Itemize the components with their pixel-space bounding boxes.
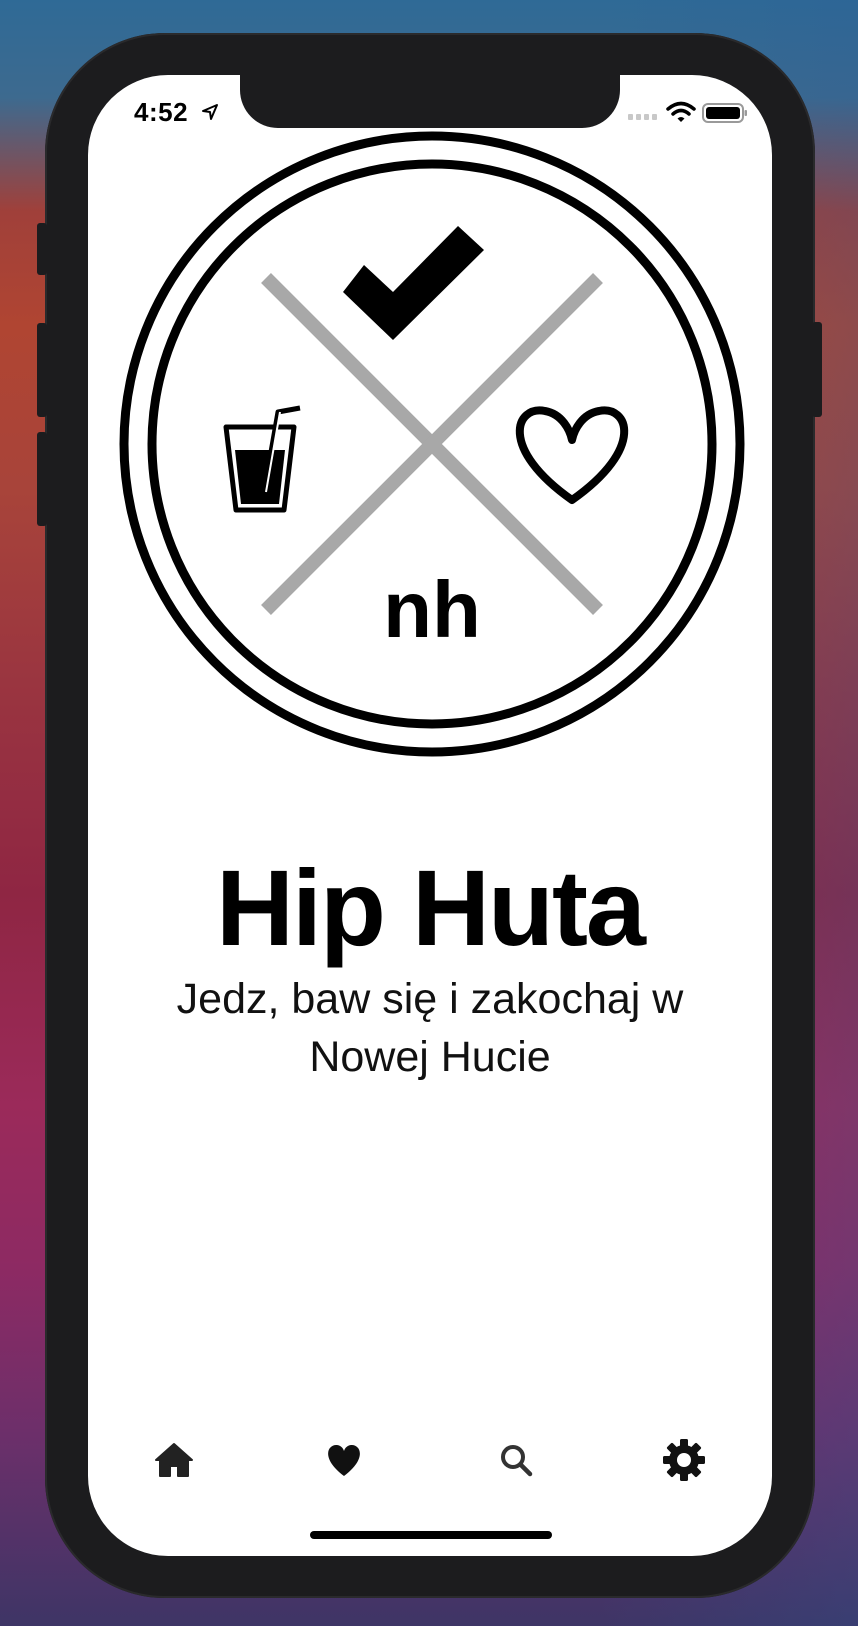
notch [240,75,620,128]
volume-down-button [37,432,47,526]
volume-up-button [37,323,47,417]
home-indicator[interactable] [310,1531,552,1539]
app-screen: 4:52 nh Hip Huta Jedz, baw się i zakocha… [88,75,772,1556]
cellular-signal-icon [628,114,657,120]
gear-icon [663,1439,705,1481]
battery-full-icon [702,103,747,123]
logo-monogram: nh [383,565,481,654]
app-title: Hip Huta [216,847,646,968]
location-arrow-icon [202,104,218,120]
status-time: 4:52 [134,97,189,127]
silent-switch [37,223,47,275]
checkmark-icon [343,226,484,340]
drink-icon [223,405,301,513]
tab-bar [88,1430,772,1490]
tab-settings[interactable] [654,1430,714,1490]
tab-search[interactable] [486,1430,546,1490]
logo-cross [261,273,603,615]
tab-favorites[interactable] [314,1430,374,1490]
heart-icon [328,1444,360,1476]
app-logo: nh [119,131,745,757]
power-button [812,322,822,417]
wifi-icon [666,101,696,122]
home-icon [155,1443,193,1477]
heart-icon [515,406,629,504]
tab-home[interactable] [144,1430,204,1490]
app-subtitle: Jedz, baw się i zakochaj w Nowej Hucie [176,975,684,1081]
search-icon [501,1445,533,1477]
